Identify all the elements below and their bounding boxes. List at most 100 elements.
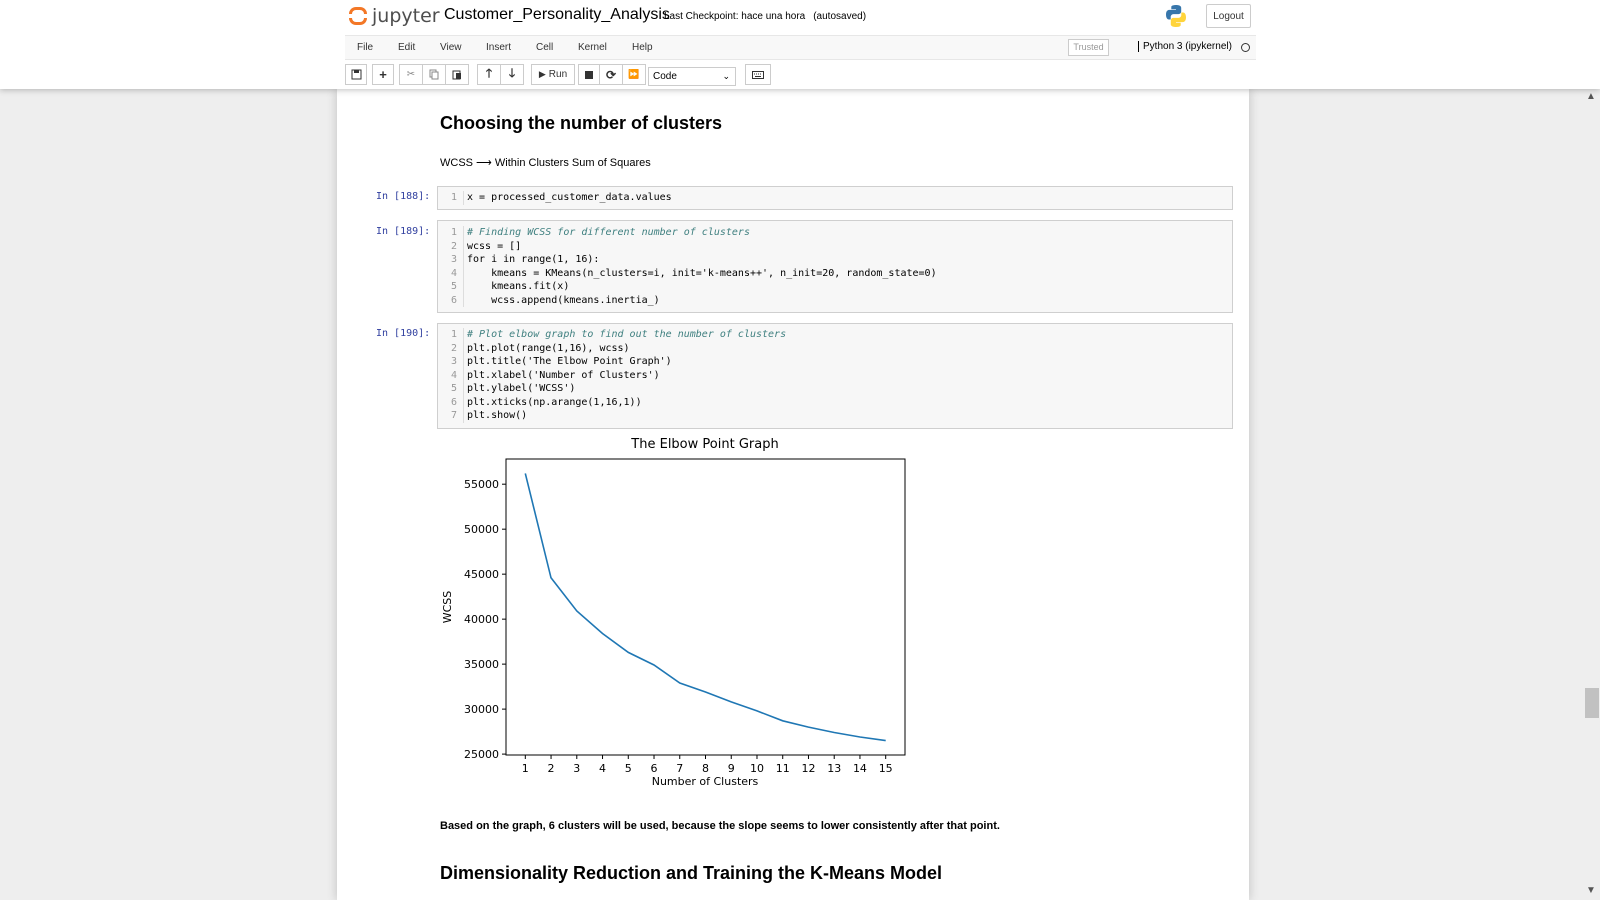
autosave-text: (autosaved) [813,11,867,22]
arrow-down-icon: 🡓 [508,66,516,80]
x-tick-label: 12 [801,762,815,775]
code-line: 2 wcss = [] [438,239,1232,253]
x-tick-label: 10 [750,762,764,775]
logout-button[interactable]: Logout [1206,4,1251,28]
x-tick-label: 2 [548,762,555,775]
x-tick-label: 6 [651,762,658,775]
code-text: kmeans.fit(x) [467,281,570,292]
interrupt-button[interactable] [578,64,600,85]
run-all-button[interactable]: ⏩ [622,64,646,85]
paste-icon [452,70,461,80]
y-tick-label: 55000 [464,478,499,491]
code-line: 6 plt.xticks(np.arange(1,16,1)) [438,395,1232,409]
code-text: kmeans = KMeans(n_clusters=i, init='k-me… [467,267,937,279]
code-text: wcss = [] [467,240,522,252]
x-tick-label: 9 [728,762,735,775]
run-label: Run [548,69,568,80]
stop-icon [585,70,593,79]
code-text: x = processed_customer_data.values [467,192,672,203]
jupyter-logo[interactable]: jupyter [348,4,440,28]
code-text: for i in range(1, 16): [467,254,600,265]
cut-button[interactable]: ✂ [399,64,423,85]
x-tick-label: 15 [879,762,893,775]
code-line: 5 kmeans.fit(x) [438,280,1232,294]
y-tick-label: 30000 [464,703,499,716]
arrow-up-icon: 🡑 [485,66,493,80]
cell-type-select[interactable]: Code ⌄ [648,67,736,86]
code-line: 5 plt.ylabel('WCSS') [438,382,1232,396]
menu-view[interactable]: View [440,42,462,53]
plot-area [505,458,906,756]
kernel-name[interactable]: Python 3 (ipykernel) [1138,41,1232,52]
code-text: plt.show() [467,410,528,421]
chevron-down-icon: ⌄ [722,71,730,81]
paste-button[interactable] [445,64,469,85]
code-cell[interactable]: 1x = processed_customer_data.values [437,186,1233,210]
x-tick-label: 3 [573,762,580,775]
conclusion-text: Based on the graph, 6 clusters will be u… [440,820,1000,832]
code-line: 3 plt.title('The Elbow Point Graph') [438,355,1232,369]
code-cell[interactable]: 1 # Plot elbow graph to find out the numb… [437,323,1233,429]
menu-file[interactable]: File [357,42,373,53]
scroll-up-icon[interactable]: ▲ [1586,91,1596,102]
copy-icon [429,69,439,80]
save-icon [351,69,361,80]
play-icon: ▶ [538,69,546,79]
heading-choosing-clusters: Choosing the number of clusters [440,113,723,133]
x-tick-label: 1 [522,762,529,775]
plus-icon: + [379,67,387,82]
jupyter-logo-icon [348,4,368,28]
notebook-title[interactable]: Customer_Personality_Analysis [444,6,670,24]
code-text: plt.title('The Elbow Point Graph') [467,356,672,367]
code-line: 7 plt.show() [438,409,1232,423]
code-line: 3 for i in range(1, 16): [438,253,1232,267]
python-logo-icon [1166,5,1186,27]
restart-icon: ⟳ [605,67,617,82]
elbow-chart: The Elbow Point Graph 25000 30000 35000 400… [441,437,906,788]
menu-insert[interactable]: Insert [486,42,511,53]
heading-dimensionality-reduction: Dimensionality Reduction and Training th… [440,863,943,883]
fast-forward-icon: ⏩ [628,69,640,79]
code-text: # Finding WCSS for different number of c… [467,227,750,238]
y-tick-label: 40000 [464,613,499,626]
y-tick-label: 35000 [464,658,499,671]
cell-prompt: In [189]: [376,226,431,237]
cell-type-value: Code [653,71,677,82]
code-text: # Plot elbow graph to find out the numbe… [467,329,787,340]
y-tick-label: 45000 [464,568,499,581]
code-line: 6 wcss.append(kmeans.inertia_) [438,293,1232,307]
x-tick-label: 7 [676,762,683,775]
code-cell[interactable]: 1 # Finding WCSS for different number of … [437,220,1233,313]
save-button[interactable] [345,64,367,85]
code-line: 1 # Plot elbow graph to find out the numb… [438,328,1232,342]
code-line: 4 plt.xlabel('Number of Clusters') [438,368,1232,382]
move-down-button[interactable]: 🡓 [500,64,524,85]
code-text: plt.xlabel('Number of Clusters') [467,369,660,381]
trusted-indicator[interactable]: Trusted [1068,39,1109,56]
menu-kernel[interactable]: Kernel [578,42,607,53]
cell-prompt: In [190]: [376,328,431,339]
x-tick-label: 14 [853,762,867,775]
copy-button[interactable] [422,64,446,85]
cell-prompt: In [188]: [376,191,431,202]
code-text: plt.xticks(np.arange(1,16,1)) [467,396,642,408]
menu-help[interactable]: Help [632,42,653,53]
code-text: plt.plot(range(1,16), wcss) [467,342,630,354]
x-tick-label: 11 [776,762,790,775]
scrollbar-thumb[interactable] [1585,688,1599,718]
move-up-button[interactable]: 🡑 [477,64,501,85]
restart-button[interactable]: ⟳ [599,64,623,85]
menu-edit[interactable]: Edit [398,42,415,53]
run-button[interactable]: ▶ Run [531,64,575,85]
code-text: plt.ylabel('WCSS') [467,383,576,394]
menu-cell[interactable]: Cell [536,42,553,53]
menu-bar: File Edit View Insert Cell Kernel Help [345,35,1256,60]
command-palette-button[interactable] [745,64,771,85]
code-line: 1 # Finding WCSS for different number of … [438,226,1232,240]
code-text: wcss.append(kmeans.inertia_) [467,294,660,306]
insert-cell-button[interactable]: + [372,64,394,85]
code-line: 1x = processed_customer_data.values [438,191,1232,205]
x-tick-label: 8 [702,762,709,775]
wcss-description: WCSS ⟶ Within Clusters Sum of Squares [440,157,651,169]
scroll-down-icon[interactable]: ▼ [1586,885,1596,896]
